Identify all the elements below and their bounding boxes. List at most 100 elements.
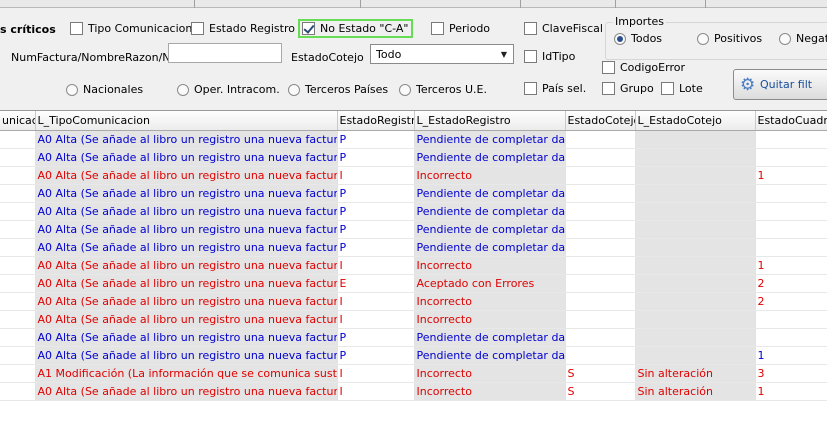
column-header[interactable]: EstadoCuadre xyxy=(755,111,827,131)
l-estado-cotejo-cell[interactable] xyxy=(635,292,756,311)
periodo-checkbox[interactable]: Periodo xyxy=(431,22,490,35)
radio-circle[interactable] xyxy=(288,83,300,96)
estado-registro-cell[interactable]: P xyxy=(337,346,415,365)
estado-cuadre-cell[interactable] xyxy=(755,184,827,203)
column-header[interactable]: EstadoCotejo xyxy=(565,111,636,131)
table-row[interactable]: A0 Alta (Se añade al libro un registro u… xyxy=(0,220,827,239)
estado-registro-cell[interactable]: E xyxy=(337,274,415,293)
estado-cuadre-cell[interactable] xyxy=(755,130,827,149)
tipo-comunicacion-cell[interactable]: A0 Alta (Se añade al libro un registro u… xyxy=(35,220,338,239)
comunicacion-cell[interactable] xyxy=(0,274,36,293)
estado-cotejo-cell[interactable] xyxy=(565,238,636,257)
l-estado-registro-cell[interactable]: Incorrecto xyxy=(414,310,566,329)
estado-cotejo-cell[interactable] xyxy=(565,256,636,275)
column-header[interactable]: L_EstadoRegistro xyxy=(414,111,566,131)
l-estado-registro-cell[interactable]: Pendiente de completar datos xyxy=(414,148,566,167)
table-row[interactable]: A0 Alta (Se añade al libro un registro u… xyxy=(0,130,827,149)
tipo-comunicacion-cell[interactable]: A0 Alta (Se añade al libro un registro u… xyxy=(35,274,338,293)
estado-cotejo-cell[interactable] xyxy=(565,274,636,293)
l-estado-registro-cell[interactable]: Pendiente de completar datos xyxy=(414,202,566,221)
comunicacion-cell[interactable] xyxy=(0,256,36,275)
comunicacion-cell[interactable] xyxy=(0,130,36,149)
l-estado-cotejo-cell[interactable] xyxy=(635,184,756,203)
l-estado-registro-cell[interactable]: Incorrecto xyxy=(414,382,566,401)
table-row[interactable]: A0 Alta (Se añade al libro un registro u… xyxy=(0,292,827,311)
estado-cuadre-cell[interactable] xyxy=(755,148,827,167)
l-estado-cotejo-cell[interactable]: Sin alteración xyxy=(635,382,756,401)
estado-cuadre-cell[interactable] xyxy=(755,328,827,347)
quitar-filtros-button[interactable]: ⚙ Quitar filt xyxy=(733,69,827,100)
estado-cuadre-cell[interactable]: 3 xyxy=(755,364,827,383)
tipo-comunicacion-cell[interactable]: A0 Alta (Se añade al libro un registro u… xyxy=(35,256,338,275)
table-row[interactable]: A0 Alta (Se añade al libro un registro u… xyxy=(0,166,827,185)
comunicacion-cell[interactable] xyxy=(0,238,36,257)
radio-circle[interactable] xyxy=(399,83,411,96)
idtipo-checkbox[interactable]: IdTipo xyxy=(524,50,575,63)
table-row[interactable]: A0 Alta (Se añade al libro un registro u… xyxy=(0,202,827,221)
estado-cuadre-cell[interactable] xyxy=(755,220,827,239)
l-estado-registro-cell[interactable]: Incorrecto xyxy=(414,292,566,311)
estado-registro-cell[interactable]: I xyxy=(337,256,415,275)
numfactura-input[interactable] xyxy=(168,43,282,63)
l-estado-cotejo-cell[interactable] xyxy=(635,166,756,185)
estado-cotejo-cell[interactable] xyxy=(565,130,636,149)
checkbox-box[interactable] xyxy=(524,22,537,35)
estado-cuadre-cell[interactable] xyxy=(755,310,827,329)
tipo-comunicacion-cell[interactable]: A0 Alta (Se añade al libro un registro u… xyxy=(35,148,338,167)
tipo-comunicacion-cell[interactable]: A0 Alta (Se añade al libro un registro u… xyxy=(35,310,338,329)
radio-importes-positivos[interactable]: Positivos xyxy=(697,32,762,45)
estado-cuadre-cell[interactable]: 2 xyxy=(755,292,827,311)
estado-cuadre-cell[interactable] xyxy=(755,202,827,221)
estado-cuadre-cell[interactable]: 1 xyxy=(755,382,827,401)
table-row[interactable]: A0 Alta (Se añade al libro un registro u… xyxy=(0,346,827,365)
radio-terceros-ue[interactable]: Terceros U.E. xyxy=(399,83,487,96)
l-estado-registro-cell[interactable]: Aceptado con Errores xyxy=(414,274,566,293)
column-header[interactable]: EstadoRegistro xyxy=(337,111,415,131)
checkbox-box[interactable] xyxy=(602,82,615,95)
estado-cuadre-cell[interactable]: 1 xyxy=(755,166,827,185)
checkbox-box[interactable] xyxy=(524,82,537,95)
radio-circle[interactable] xyxy=(66,83,78,96)
tipo-comunicacion-cell[interactable]: A0 Alta (Se añade al libro un registro u… xyxy=(35,184,338,203)
comunicacion-cell[interactable] xyxy=(0,292,36,311)
estado-cotejo-cell[interactable] xyxy=(565,310,636,329)
radio-circle[interactable] xyxy=(614,32,626,45)
estado-cotejo-cell[interactable] xyxy=(565,328,636,347)
table-row[interactable]: A1 Modificación (La información que se c… xyxy=(0,364,827,383)
table-row[interactable]: A0 Alta (Se añade al libro un registro u… xyxy=(0,184,827,203)
clave-fiscal-checkbox[interactable]: ClaveFiscal xyxy=(524,22,603,35)
estadocotejo-select[interactable]: Todo ▼ xyxy=(370,44,514,64)
l-estado-cotejo-cell[interactable] xyxy=(635,346,756,365)
estado-cuadre-cell[interactable]: 1 xyxy=(755,256,827,275)
tipo-comunicacion-cell[interactable]: A0 Alta (Se añade al libro un registro u… xyxy=(35,328,338,347)
estado-registro-cell[interactable]: I xyxy=(337,364,415,383)
estado-registro-cell[interactable]: P xyxy=(337,202,415,221)
radio-intracom[interactable]: Oper. Intracom. xyxy=(177,83,280,96)
table-row[interactable]: A0 Alta (Se añade al libro un registro u… xyxy=(0,148,827,167)
comunicacion-cell[interactable] xyxy=(0,346,36,365)
checkbox-box[interactable] xyxy=(191,22,204,35)
tipo-comunicacion-cell[interactable]: A0 Alta (Se añade al libro un registro u… xyxy=(35,202,338,221)
estado-registro-cell[interactable]: P xyxy=(337,148,415,167)
column-header[interactable]: unicacion xyxy=(0,111,36,131)
estado-cotejo-cell[interactable] xyxy=(565,292,636,311)
l-estado-registro-cell[interactable]: Incorrecto xyxy=(414,364,566,383)
column-header[interactable]: L_TipoComunicacion xyxy=(35,111,338,131)
comunicacion-cell[interactable] xyxy=(0,184,36,203)
estado-cuadre-cell[interactable] xyxy=(755,238,827,257)
lote-checkbox[interactable]: Lote xyxy=(661,82,703,95)
l-estado-cotejo-cell[interactable] xyxy=(635,148,756,167)
l-estado-registro-cell[interactable]: Pendiente de completar datos xyxy=(414,328,566,347)
estado-cotejo-cell[interactable] xyxy=(565,202,636,221)
checkbox-box[interactable] xyxy=(70,22,83,35)
radio-circle[interactable] xyxy=(779,32,791,45)
estado-registro-cell[interactable]: I xyxy=(337,292,415,311)
radio-circle[interactable] xyxy=(177,83,189,96)
estado-registro-checkbox[interactable]: Estado Registro xyxy=(191,22,295,35)
chevron-down-icon[interactable]: ▼ xyxy=(497,47,511,61)
radio-terceros-paises[interactable]: Terceros Países xyxy=(288,83,388,96)
l-estado-registro-cell[interactable]: Pendiente de completar datos xyxy=(414,130,566,149)
estado-registro-cell[interactable]: P xyxy=(337,328,415,347)
checkbox-box[interactable] xyxy=(602,61,615,74)
estado-registro-cell[interactable]: P xyxy=(337,220,415,239)
